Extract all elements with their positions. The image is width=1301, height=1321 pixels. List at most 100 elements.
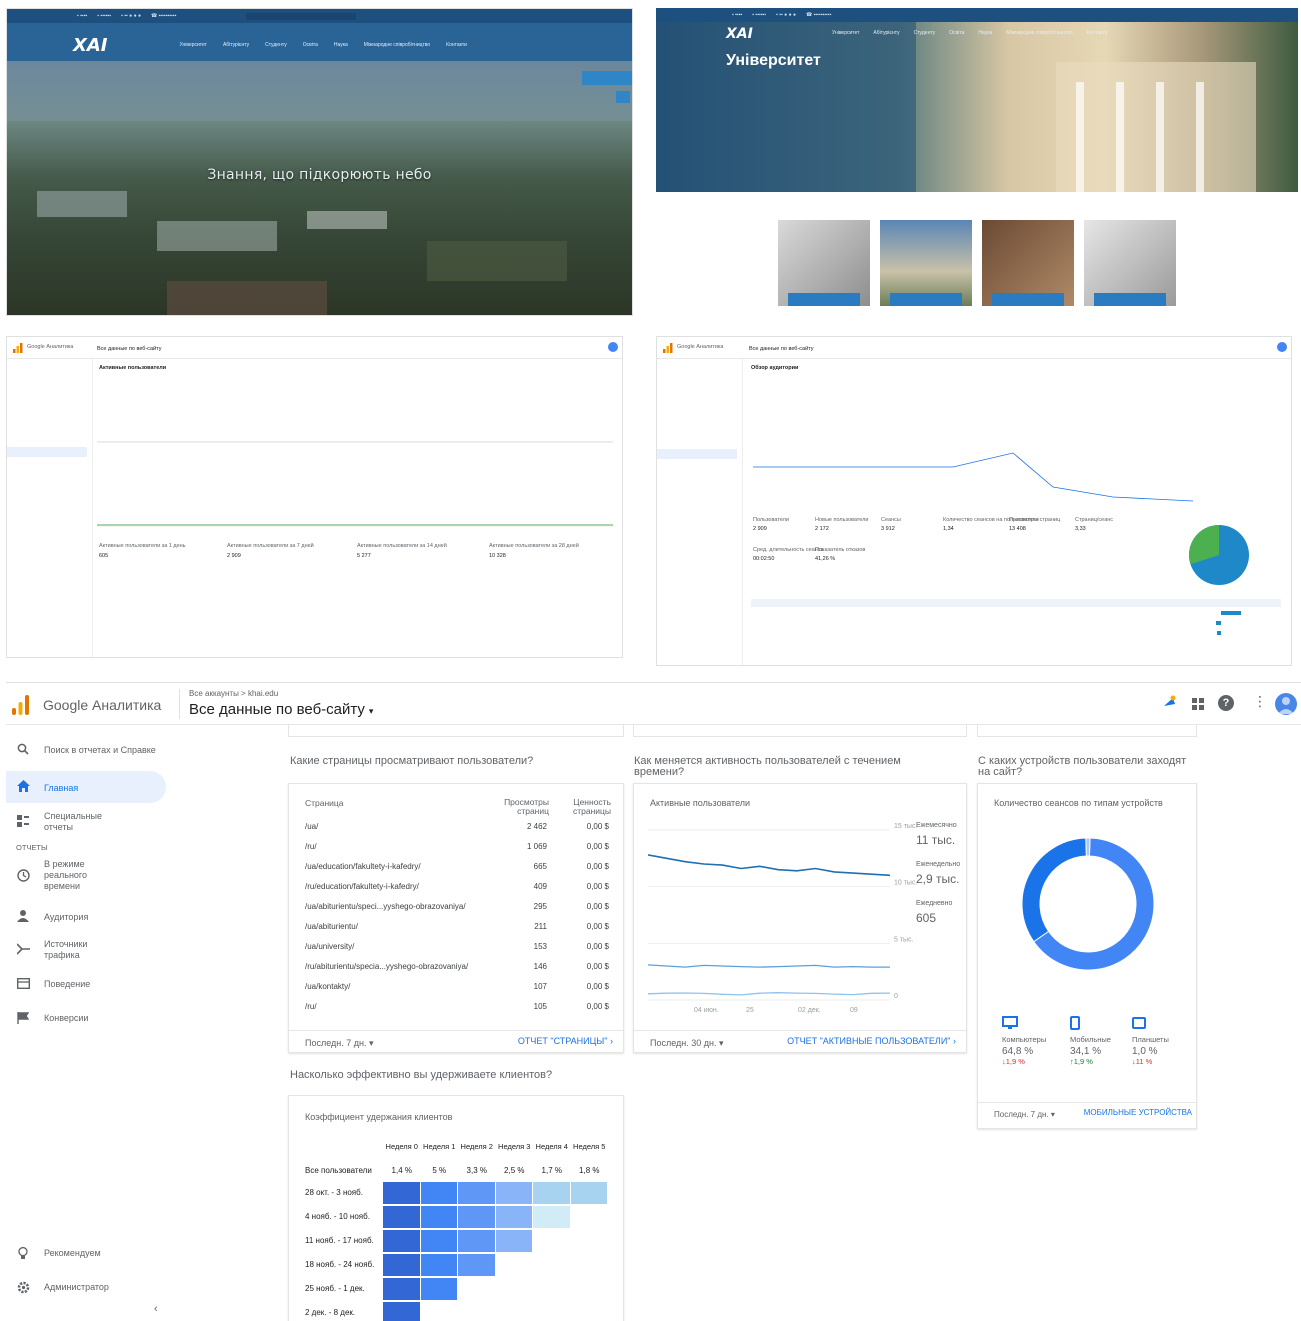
x-tick-label: 04 июн. [694,1007,719,1014]
donut-slice-1[interactable] [1021,837,1087,943]
cohort-cell[interactable] [495,1230,532,1252]
nav-acquisition[interactable]: Источники трафика [6,935,170,965]
pages-question: Какие страницы просматривают пользовател… [290,755,534,767]
cohort-cell[interactable] [383,1254,420,1276]
site-logo[interactable]: ХАІ [726,26,753,42]
help-icon[interactable]: ? [1218,695,1234,711]
table-row[interactable]: /ru/abiturientu/specia...yyshego-obrazov… [305,962,611,982]
site-menu-item[interactable]: Абітурієнту [223,42,249,48]
series-line-0[interactable] [648,854,891,877]
cohort-cell[interactable] [383,1230,420,1252]
page-path: /ua/education/fakultety-i-kafedry/ [305,862,421,871]
site-menu-item[interactable]: Університет [180,42,207,48]
nav-audience[interactable]: Аудитория [6,907,170,937]
cohort-cell[interactable] [570,1182,607,1204]
active-users-report-link[interactable]: ОТЧЕТ "АКТИВНЫЕ ПОЛЬЗОВАТЕЛИ" › [787,1036,956,1046]
col-header-views: Просмотры страниц [504,797,549,816]
table-row[interactable]: /ua/education/fakultety-i-kafedry/665 0,0… [305,862,611,882]
cohort-cell[interactable] [533,1182,570,1204]
thumb-archive[interactable] [778,220,870,306]
cohort-cell[interactable] [420,1206,457,1228]
site-menu-item[interactable]: Освіта [949,30,964,36]
cohort-question: Насколько эффективно вы удерживаете клие… [290,1069,553,1081]
cohort-cell[interactable] [495,1182,532,1204]
legend-label: Ежедневно [916,900,953,907]
table-row[interactable]: /ua/2 462 0,00 $ [305,822,611,842]
view-selector[interactable]: Все данные по веб-сайту [97,346,162,352]
cohort-cell[interactable] [383,1182,420,1204]
period-selector[interactable]: Последн. 30 дн. ▾ [650,1038,724,1049]
thumb-students[interactable] [982,220,1074,306]
table-row[interactable]: /ru/105 0,00 $ [305,1002,611,1022]
view-selector[interactable]: Все данные по веб-сайту [749,346,814,352]
cohort-cell[interactable] [458,1254,495,1276]
card-title: Активные пользователи [650,798,751,808]
site-menu-item[interactable]: Міжнародне співробітництво [364,42,430,48]
page-views: 295 [533,902,547,911]
device-change: ↓11 % [1132,1057,1153,1066]
site-menu-item[interactable]: Контакти [446,42,467,48]
site-menu-item[interactable]: Міжнародне співробітництво [1006,30,1072,36]
cohort-cell[interactable] [458,1206,495,1228]
cohort-cell[interactable] [420,1254,457,1276]
donut-slice-2[interactable] [1085,837,1091,857]
nav-realtime[interactable]: В режиме реального времени [6,857,170,899]
more-vert-icon[interactable]: ⋮ [1253,693,1267,710]
cohort-cell[interactable] [383,1302,420,1321]
avatar[interactable] [1275,693,1297,715]
site-menu-item[interactable]: Контакти [1087,30,1108,36]
table-row[interactable]: /ua/abiturientu/speci...yyshego-obrazova… [305,902,611,922]
site-logo[interactable]: ХАІ [73,35,108,56]
cohort-cell[interactable] [420,1278,457,1300]
site-menu-item[interactable]: Наука [978,30,992,36]
cohort-cell[interactable] [383,1278,420,1300]
metric-label: Пользователи [753,517,789,523]
table-row[interactable]: /ua/kontakty/107 0,00 $ [305,982,611,1002]
series-line-2[interactable] [648,992,891,996]
site-menu-item[interactable]: Освіта [303,42,318,48]
cohort-cell[interactable] [533,1206,570,1228]
period-selector[interactable]: Последн. 7 дн. ▾ [305,1038,374,1049]
page-views: 665 [533,862,547,871]
site-menu-item[interactable]: Студенту [914,30,936,36]
metric-value: 3,33 [1075,526,1086,532]
metric-value: 2 172 [815,526,829,532]
hero-aerial-photo [7,61,632,315]
search-field[interactable]: Поиск в отчетах и Справке [6,739,170,761]
nav-recommend[interactable]: Рекомендуем [6,1243,170,1273]
table-row[interactable]: /ru/education/fakultety-i-kafedry/409 0,0… [305,882,611,902]
page-value: 0,00 $ [586,1002,609,1011]
cohort-column-header: Неделя 4 [535,1142,568,1151]
pages-report-link[interactable]: ОТЧЕТ "СТРАНИЦЫ" › [518,1036,613,1046]
table-row[interactable]: /ru/1 069 0,00 $ [305,842,611,862]
mobile-report-link[interactable]: МОБИЛЬНЫЕ УСТРОЙСТВА [1084,1108,1192,1117]
cohort-cell[interactable] [420,1230,457,1252]
nav-conversions[interactable]: Конверсии [6,1009,170,1039]
table-row[interactable]: /ua/abiturientu/211 0,00 $ [305,922,611,942]
thumb-building[interactable] [880,220,972,306]
thumb-newspapers[interactable] [1084,220,1176,306]
view-selector[interactable]: Все данные по веб-сайту ▾ [189,701,373,718]
nav-behavior[interactable]: Поведение [6,975,170,1005]
nav-home[interactable]: Главная [6,775,170,805]
period-selector[interactable]: Последн. 7 дн. ▾ [994,1110,1055,1119]
table-row[interactable]: /ua/university/153 0,00 $ [305,942,611,962]
cohort-cell[interactable] [458,1230,495,1252]
legend-label: Еженедельно [916,861,961,868]
cohort-cell[interactable] [495,1206,532,1228]
apps-grid-icon[interactable] [1192,697,1204,710]
collapse-sidebar-icon[interactable]: ‹ [154,1303,158,1315]
site-menu-item[interactable]: Абітурієнту [873,30,899,36]
cohort-cell[interactable] [458,1182,495,1204]
site-menu-item[interactable]: Наука [334,42,348,48]
cohort-cell[interactable] [420,1182,457,1204]
breadcrumb[interactable]: Все аккаунты > khai.edu [189,689,278,698]
nav-custom-reports[interactable]: Специальные отчеты [6,809,170,839]
nav-admin[interactable]: Администратор [6,1277,170,1307]
site-menu-item[interactable]: Університет [832,30,859,36]
cohort-row-label: 2 дек. - 8 дек. [305,1308,356,1317]
cohort-cell[interactable] [383,1206,420,1228]
series-line-1[interactable] [648,964,890,968]
site-menu-item[interactable]: Студенту [265,42,287,48]
notifications-icon[interactable] [1161,695,1177,711]
